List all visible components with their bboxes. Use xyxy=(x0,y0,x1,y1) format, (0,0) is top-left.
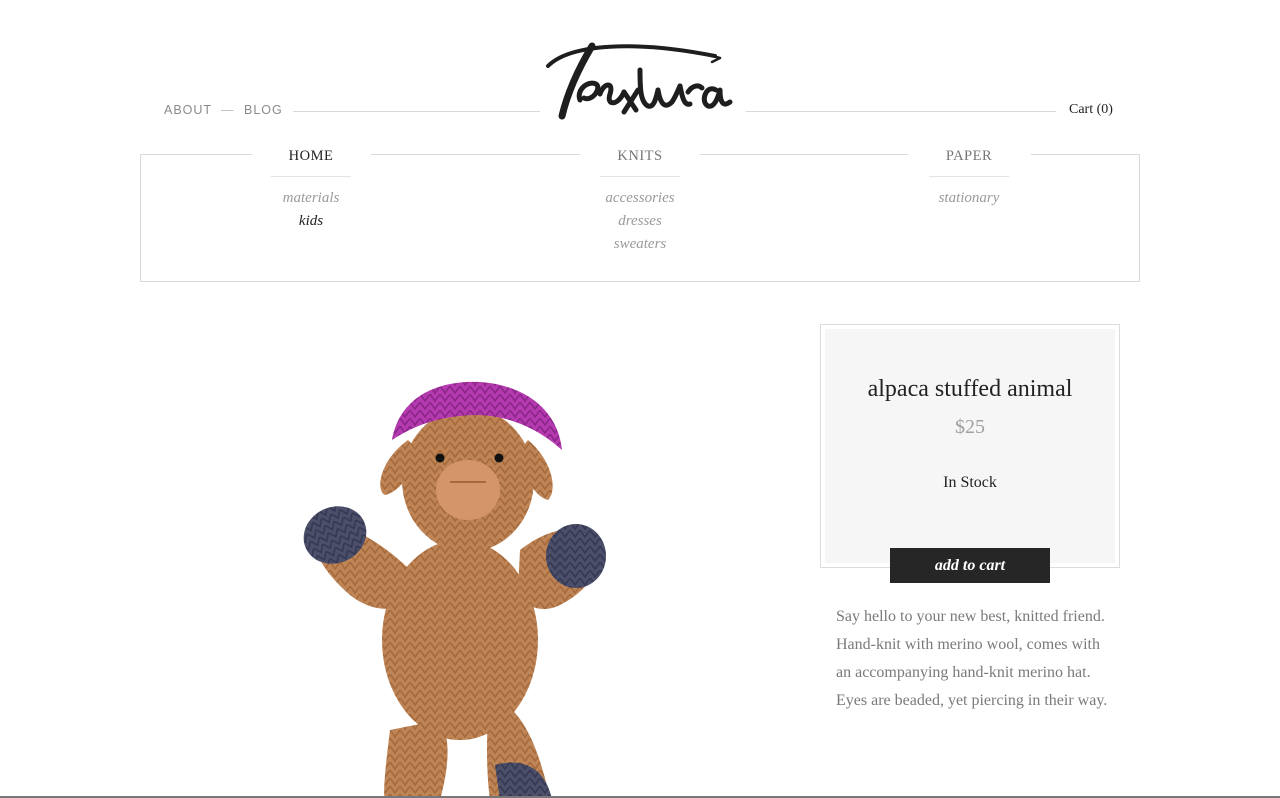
nav-divider xyxy=(929,176,1009,177)
nav-column-paper: PAPER stationary xyxy=(869,146,1069,210)
nav-divider xyxy=(271,176,351,177)
nav-item-sweaters[interactable]: sweaters xyxy=(540,233,740,256)
about-link[interactable]: ABOUT xyxy=(164,103,212,117)
nav-knits[interactable]: KNITS xyxy=(540,146,740,166)
nav-divider xyxy=(600,176,680,177)
product-info-panel xyxy=(820,324,1120,568)
header-rule-left xyxy=(293,111,540,112)
header-separator: — xyxy=(221,103,234,117)
product-price: $25 xyxy=(955,416,985,438)
add-to-cart-button[interactable]: add to cart xyxy=(890,548,1050,583)
blog-link[interactable]: BLOG xyxy=(244,103,283,117)
product-description: Say hello to your new best, knitted frie… xyxy=(836,608,1108,709)
header-rule-right xyxy=(746,111,1056,112)
nav-item-materials[interactable]: materials xyxy=(211,187,411,210)
product-info-inner xyxy=(825,329,1115,563)
nav-home[interactable]: HOME xyxy=(211,146,411,166)
product-image[interactable] xyxy=(290,370,630,798)
nav-paper[interactable]: PAPER xyxy=(869,146,1069,166)
cart-link[interactable]: Cart (0) xyxy=(1069,102,1113,118)
nav-item-kids[interactable]: kids xyxy=(211,210,411,233)
nav-column-home: HOME materials kids xyxy=(211,146,411,233)
nav-item-stationary[interactable]: stationary xyxy=(869,187,1069,210)
stock-status: In Stock xyxy=(943,474,997,491)
nav-item-dresses[interactable]: dresses xyxy=(540,210,740,233)
nav-item-accessories[interactable]: accessories xyxy=(540,187,740,210)
textura-logo[interactable] xyxy=(540,36,740,126)
nav-column-knits: KNITS accessories dresses sweaters xyxy=(540,146,740,256)
product-title: alpaca stuffed animal xyxy=(867,376,1073,402)
